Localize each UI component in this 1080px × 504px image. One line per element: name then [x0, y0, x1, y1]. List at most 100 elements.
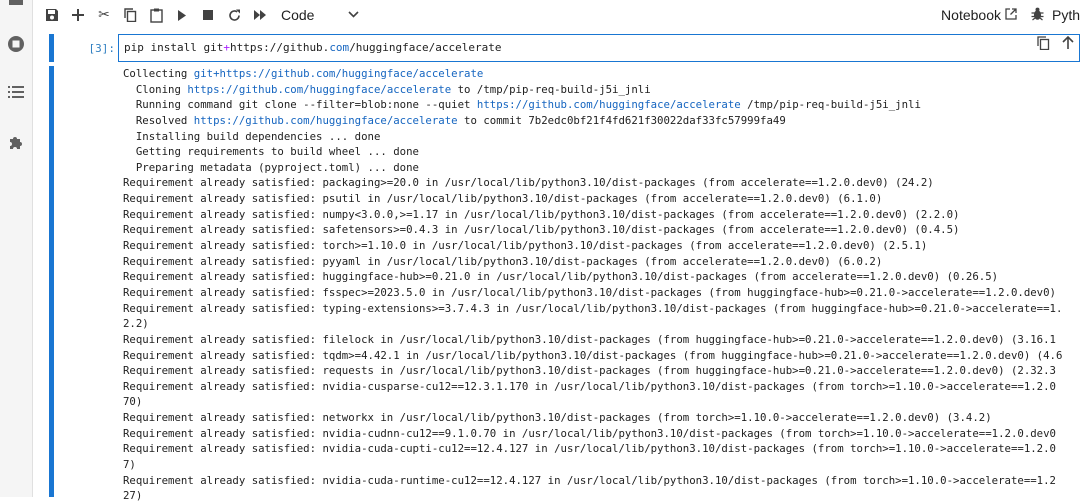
output-fragment: 2.2): [123, 317, 149, 331]
output-line: Requirement already satisfied: pyyaml in…: [123, 254, 1080, 270]
output-fragment: Requirement already satisfied: nvidia-cu…: [123, 426, 1056, 440]
output-fragment: /tmp/pip-req-build-j5i_jnli: [740, 98, 921, 112]
output-fragment: Cloning: [123, 82, 188, 96]
output-line: Requirement already satisfied: tqdm>=4.4…: [123, 348, 1080, 364]
output-fragment: Requirement already satisfied: typing-ex…: [123, 301, 1063, 315]
output-link[interactable]: git+https://github.com/huggingface/accel…: [194, 67, 484, 80]
folder-icon[interactable]: [0, 0, 32, 8]
output-fragment: Collecting: [123, 67, 194, 80]
toolbar-right: Notebook Pyth: [941, 0, 1080, 30]
notebook-panel: [3]: pip install git+https://github.com/…: [33, 30, 1080, 502]
output-line: Requirement already satisfied: torch>=1.…: [123, 238, 1080, 254]
table-of-contents-icon[interactable]: [0, 80, 32, 104]
duplicate-cell-icon[interactable]: [1037, 36, 1050, 54]
fast-forward-icon[interactable]: [247, 2, 273, 28]
output-fragment: Running command git clone --filter=blob:…: [123, 98, 477, 112]
output-fragment: 7): [123, 458, 136, 472]
output-fragment: Resolved: [123, 113, 194, 127]
code-text: https://github.: [229, 41, 330, 54]
output-line: Requirement already satisfied: numpy<3.0…: [123, 207, 1080, 223]
output-fragment: to commit 7b2edc0bf21f4fd621f30022daf33f…: [457, 113, 786, 127]
output-text: Collecting git+https://github.com/huggin…: [123, 66, 1080, 504]
output-fragment: Requirement already satisfied: filelock …: [123, 332, 1056, 346]
output-link[interactable]: https://github.com/huggingface/accelerat…: [187, 83, 451, 96]
running-kernels-icon[interactable]: [0, 32, 32, 56]
code-operator: +: [223, 41, 230, 54]
output-line: 7): [123, 457, 1080, 473]
cell-type-select[interactable]: Code: [281, 7, 359, 23]
run-icon[interactable]: [169, 2, 195, 28]
save-icon[interactable]: [39, 2, 65, 28]
output-line: 70): [123, 394, 1080, 410]
output-fragment: Requirement already satisfied: tqdm>=4.4…: [123, 348, 1063, 362]
code-cell[interactable]: [3]: pip install git+https://github.com/…: [33, 34, 1080, 62]
output-fragment: Requirement already satisfied: pyyaml in…: [123, 254, 883, 268]
output-fragment: Requirement already satisfied: huggingfa…: [123, 270, 999, 284]
output-line: Preparing metadata (pyproject.toml) ... …: [123, 160, 1080, 176]
output-fragment: Requirement already satisfied: networkx …: [123, 411, 992, 425]
output-fragment: Getting requirements to build wheel ... …: [123, 145, 419, 159]
output-line: 2.2): [123, 316, 1080, 332]
move-up-icon[interactable]: [1062, 35, 1074, 54]
output-fragment: Requirement already satisfied: numpy<3.0…: [123, 207, 960, 221]
output-fragment: Requirement already satisfied: nvidia-cu…: [123, 379, 1056, 393]
extension-manager-icon[interactable]: [0, 130, 32, 154]
output-line: Requirement already satisfied: requests …: [123, 363, 1080, 379]
stop-icon[interactable]: [195, 2, 221, 28]
output-fragment: Requirement already satisfied: torch>=1.…: [123, 239, 928, 253]
debugger-icon[interactable]: [1031, 7, 1044, 24]
external-link-icon[interactable]: [1005, 7, 1017, 23]
output-line: Requirement already satisfied: nvidia-cu…: [123, 426, 1080, 442]
cell-type-value: Code: [281, 7, 315, 23]
output-fragment: to /tmp/pip-req-build-j5i_jnli: [451, 82, 651, 96]
output-line: Requirement already satisfied: psutil in…: [123, 191, 1080, 207]
output-line: Collecting git+https://github.com/huggin…: [123, 66, 1080, 82]
output-line: Installing build dependencies ... done: [123, 129, 1080, 145]
execution-count: [3]:: [88, 41, 116, 55]
output-line: Requirement already satisfied: safetenso…: [123, 222, 1080, 238]
code-attribute: com: [329, 41, 350, 54]
cell-toolbar: [1037, 35, 1074, 54]
kernel-name[interactable]: Pyth: [1052, 7, 1080, 23]
cell-output: Collecting git+https://github.com/huggin…: [33, 64, 1080, 502]
open-notebook-button[interactable]: Notebook: [941, 7, 1001, 23]
code-text: /huggingface/accelerate: [349, 41, 502, 54]
output-fragment: Requirement already satisfied: requests …: [123, 364, 1056, 378]
add-cell-icon[interactable]: [65, 2, 91, 28]
output-fragment: 70): [123, 395, 143, 409]
output-link[interactable]: https://github.com/huggingface/accelerat…: [194, 114, 458, 127]
output-collapser[interactable]: [49, 66, 54, 497]
output-line: Requirement already satisfied: huggingfa…: [123, 269, 1080, 285]
output-line: Requirement already satisfied: fsspec>=2…: [123, 285, 1080, 301]
output-fragment: Requirement already satisfied: packaging…: [123, 176, 934, 190]
output-line: Resolved https://github.com/huggingface/…: [123, 113, 1080, 129]
output-fragment: Requirement already satisfied: psutil in…: [123, 192, 883, 206]
output-line: Requirement already satisfied: networkx …: [123, 410, 1080, 426]
output-line: 27): [123, 488, 1080, 504]
output-line: Running command git clone --filter=blob:…: [123, 97, 1080, 113]
paste-icon[interactable]: [143, 2, 169, 28]
output-line: Requirement already satisfied: nvidia-cu…: [123, 379, 1080, 395]
output-line: Requirement already satisfied: nvidia-cu…: [123, 441, 1080, 457]
output-line: Cloning https://github.com/huggingface/a…: [123, 82, 1080, 98]
output-link[interactable]: https://github.com/huggingface/accelerat…: [477, 98, 741, 111]
output-line: Getting requirements to build wheel ... …: [123, 144, 1080, 160]
output-line: Requirement already satisfied: packaging…: [123, 175, 1080, 191]
code-editor[interactable]: pip install git+https://github.com/huggi…: [118, 34, 1080, 62]
cut-icon[interactable]: ✂: [91, 2, 117, 28]
output-line: Requirement already satisfied: nvidia-cu…: [123, 473, 1080, 489]
left-activity-bar: [0, 0, 33, 497]
output-fragment: Requirement already satisfied: safetenso…: [123, 223, 960, 237]
output-line: Requirement already satisfied: typing-ex…: [123, 301, 1080, 317]
output-fragment: 27): [123, 489, 143, 503]
output-fragment: Requirement already satisfied: nvidia-cu…: [123, 473, 1056, 487]
chevron-down-icon: [348, 9, 359, 21]
copy-icon[interactable]: [117, 2, 143, 28]
cell-collapser[interactable]: [49, 34, 54, 62]
notebook-toolbar: ✂ Code Notebook Pyth: [33, 0, 1080, 30]
output-fragment: Installing build dependencies ... done: [123, 129, 381, 143]
output-fragment: Requirement already satisfied: fsspec>=2…: [123, 285, 1056, 299]
output-fragment: Preparing metadata (pyproject.toml) ... …: [123, 160, 419, 174]
code-text: pip install git: [124, 41, 224, 54]
restart-icon[interactable]: [221, 2, 247, 28]
